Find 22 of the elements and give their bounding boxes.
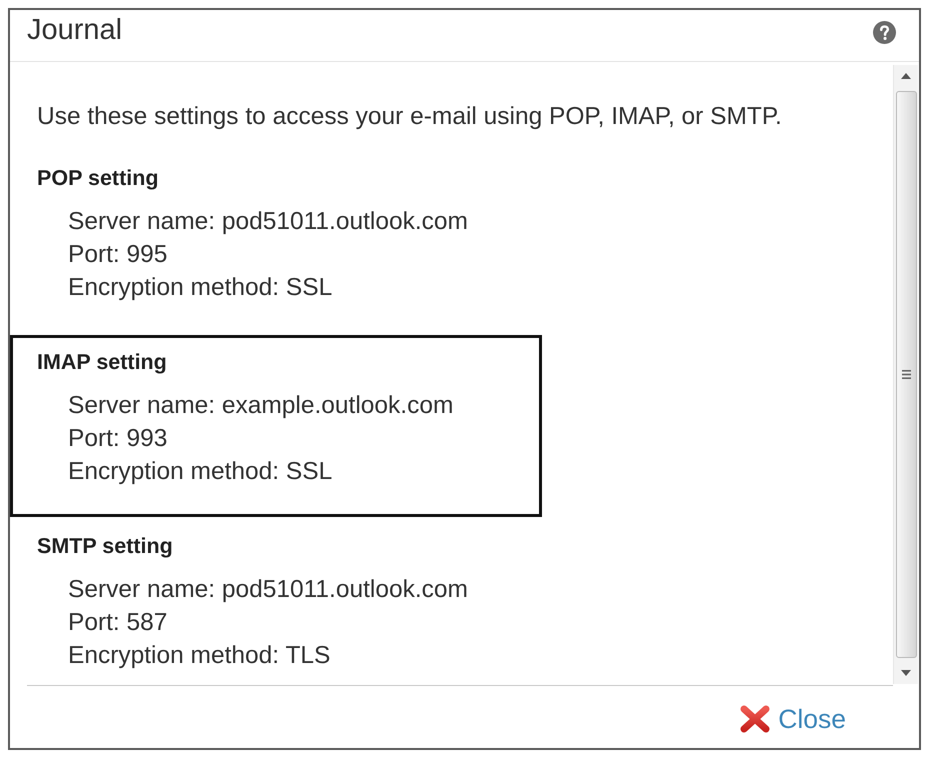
caret-down-icon	[901, 670, 911, 676]
scroll-thumb[interactable]	[896, 91, 916, 658]
setting-line: Port: 995	[68, 240, 168, 270]
setting-line: Server name: example.outlook.com	[68, 391, 454, 421]
setting-line: Port: 993	[68, 424, 168, 454]
section-heading: POP setting	[37, 165, 160, 192]
setting-line: Encryption method: TLS	[68, 641, 332, 671]
scrollbar[interactable]	[893, 65, 918, 684]
window-title: Journal	[27, 13, 122, 47]
setting-line: Port: 587	[68, 608, 168, 638]
section-heading: IMAP setting	[37, 349, 168, 376]
intro-text: Use these settings to access your e-mail using POP, IMAP, or SMTP.	[37, 102, 783, 132]
help-icon[interactable]	[873, 21, 896, 44]
setting-line: Server name: pod51011.outlook.com	[68, 207, 469, 237]
setting-line: Encryption method: SSL	[68, 273, 334, 303]
setting-line: Server name: pod51011.outlook.com	[68, 575, 469, 605]
section-heading: SMTP setting	[37, 533, 174, 560]
grip-lines-icon	[902, 370, 910, 379]
caret-up-icon	[901, 73, 911, 79]
close-x-icon	[740, 705, 770, 733]
setting-line: Encryption method: SSL	[68, 457, 334, 487]
close-button[interactable]: Close	[738, 702, 848, 736]
